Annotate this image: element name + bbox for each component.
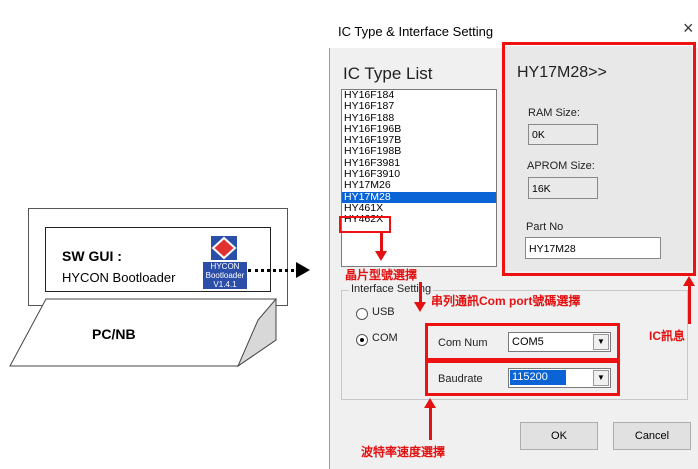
dotted-connector xyxy=(248,269,300,272)
arrow-down-icon xyxy=(375,251,387,261)
usb-radio[interactable] xyxy=(356,308,368,320)
annotation-chip-select: 晶片型號選擇 xyxy=(345,268,418,282)
arrow-up-icon xyxy=(424,398,436,408)
list-item[interactable]: HY17M26 xyxy=(342,180,496,192)
gui-title: SW GUI : xyxy=(62,248,122,264)
ok-button[interactable]: OK xyxy=(520,422,598,450)
dialog-title: IC Type & Interface Setting xyxy=(338,24,494,39)
app-icon-label: HYCON xyxy=(203,262,247,271)
keyboard-base xyxy=(9,298,277,368)
com-radio-label[interactable]: COM xyxy=(372,332,398,344)
ic-list-heading: IC Type List xyxy=(343,64,433,83)
annotation-highlight-baudrate xyxy=(425,360,620,396)
arrow-up-icon xyxy=(683,276,695,286)
app-icon-label: V1.4.1 xyxy=(203,280,247,289)
annotation-highlight-ic-info xyxy=(502,42,696,276)
radio-selected-dot xyxy=(360,338,364,342)
usb-radio-label[interactable]: USB xyxy=(372,306,395,318)
annotation-ic-info: IC訊息 xyxy=(649,329,686,343)
annotation-arrow-line xyxy=(429,408,432,440)
annotation-arrow-line xyxy=(380,233,383,253)
gui-subtitle: HYCON Bootloader xyxy=(62,270,176,285)
device-label: PC/NB xyxy=(92,326,136,342)
annotation-highlight-selected-ic xyxy=(339,216,391,233)
app-icon-label: Bootloader xyxy=(203,271,247,280)
annotation-highlight-com-num xyxy=(425,323,620,361)
hycon-app-icon[interactable] xyxy=(211,236,237,260)
annotation-baud-select: 波特率速度選擇 xyxy=(361,445,446,459)
annotation-com-select: 串列通訊Com port號碼選擇 xyxy=(431,294,581,308)
annotation-arrow-line xyxy=(688,286,691,324)
annotation-arrow-line xyxy=(419,282,422,304)
arrow-right-icon xyxy=(296,262,310,278)
list-item[interactable]: HY16F187 xyxy=(342,100,496,112)
arrow-down-icon xyxy=(414,302,426,312)
close-icon[interactable]: × xyxy=(683,18,694,39)
cancel-button[interactable]: Cancel xyxy=(613,422,691,450)
ic-type-list[interactable]: HY16F184 HY16F187 HY16F188 HY16F196B HY1… xyxy=(341,89,497,267)
